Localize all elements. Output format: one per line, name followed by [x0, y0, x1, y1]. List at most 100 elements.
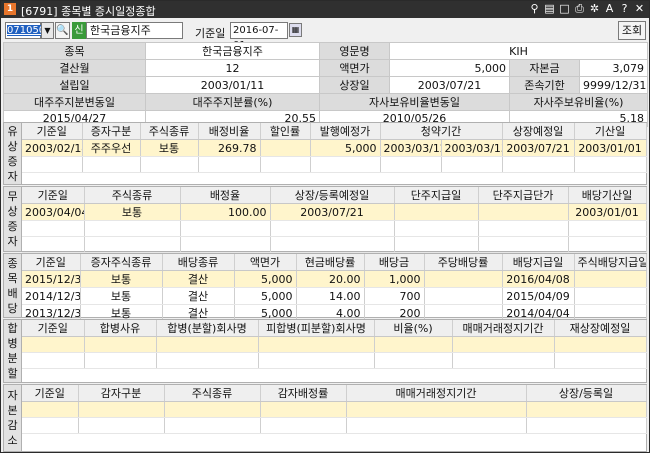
cell [478, 203, 569, 221]
toolbar: 071050 ▼ 🔍 신 한국금융지주 기준일 2016-07-01 ▦ 조회 [1, 18, 649, 51]
column-header[interactable]: 상장예정일 [502, 123, 575, 140]
window: 1 [6791] 종목별 증시일정종합 ⚲ ▤ □ ⎙ ✲ A ? ✕ 0710… [0, 0, 650, 453]
column-header[interactable]: 매매거래정지기간 [452, 320, 555, 337]
column-header[interactable]: 감자배정률 [260, 385, 347, 402]
info-label: 상장일 [319, 76, 390, 94]
column-header[interactable]: 액면가 [234, 254, 297, 271]
column-header[interactable]: 피합병(피분할)회사명 [258, 320, 375, 337]
merger-table: 기준일 합병사유 합병(분할)회사명 피합병(피분할)회사명 비율(%) 매매거… [22, 320, 647, 369]
column-header[interactable]: 주식종류 [84, 187, 181, 204]
table-row[interactable]: 2003/04/04 보통 100.00 2003/07/21 2003/01/… [22, 203, 647, 221]
column-header[interactable]: 상장/등록예정일 [270, 187, 395, 204]
column-header[interactable]: 배당종류 [162, 254, 235, 271]
column-header[interactable]: 배당지급일 [502, 254, 575, 271]
print-icon[interactable]: ⎙ [574, 2, 585, 16]
column-header[interactable]: 배당기산일 [568, 187, 647, 204]
cell [424, 270, 503, 288]
column-header[interactable]: 배정율 [180, 187, 271, 204]
column-header[interactable]: 단주지급일 [394, 187, 479, 204]
memo-icon[interactable]: ▤ [544, 2, 555, 16]
chevron-down-icon[interactable]: ▼ [41, 22, 54, 39]
link-icon[interactable]: ⚲ [529, 2, 540, 16]
column-header[interactable]: 할인률 [260, 123, 311, 140]
cell: 5,000 [234, 270, 297, 288]
help-button[interactable]: ? [619, 2, 630, 16]
column-header[interactable]: 기준일 [22, 385, 79, 402]
column-header[interactable]: 기준일 [22, 123, 83, 140]
cell: 보통 [84, 203, 181, 221]
info-label: 영문명 [319, 42, 390, 60]
info-value: 2003/07/21 [389, 76, 510, 94]
close-icon[interactable]: ✕ [634, 2, 645, 16]
column-header[interactable]: 배당금 [364, 254, 425, 271]
column-header[interactable]: 발행예정가 [310, 123, 381, 140]
cell [424, 287, 503, 305]
cell: 5,000 [234, 287, 297, 305]
capital-reduction-section: 자본감소 기준일 감자구분 주식종류 감자배정률 매매거래정지기간 상장/등록일 [3, 384, 647, 452]
column-header[interactable]: 합병사유 [84, 320, 157, 337]
cell [394, 203, 479, 221]
column-header[interactable]: 현금배당률 [296, 254, 365, 271]
settings-icon[interactable]: ✲ [589, 2, 600, 16]
column-header[interactable]: 단주지급단가 [478, 187, 569, 204]
cell: 2003/04/04 [22, 203, 85, 221]
stock-name-field[interactable]: 한국금융지주 [86, 22, 183, 39]
column-header[interactable]: 주식종류 [164, 385, 261, 402]
stock-code-input[interactable]: 071050 [5, 22, 46, 39]
bonus-issue-section: 무상증자 기준일 주식종류 배정율 상장/등록예정일 단주지급일 단주지급단가 … [3, 186, 647, 253]
column-header[interactable]: 주당배당률 [424, 254, 503, 271]
cell [260, 139, 311, 157]
column-header[interactable]: 재상장예정일 [554, 320, 647, 337]
info-value: 5,000 [389, 59, 510, 77]
info-label: 설립일 [3, 76, 146, 94]
column-header[interactable]: 청약기간 [380, 123, 503, 140]
column-header[interactable]: 비율(%) [374, 320, 453, 337]
query-button[interactable]: 조회 [618, 21, 646, 40]
paid-in-capital-section: 유상증자 기준일 증자구분 주식종류 배정비율 할인률 발행예정가 청약기간 상… [3, 122, 647, 185]
cell: 14.00 [296, 287, 365, 305]
column-header[interactable]: 감자구분 [78, 385, 165, 402]
column-header[interactable]: 배정비율 [198, 123, 261, 140]
column-header[interactable]: 기준일 [22, 320, 85, 337]
column-header[interactable]: 기준일 [22, 187, 85, 204]
column-header[interactable]: 매매거래정지기간 [346, 385, 527, 402]
table-row[interactable]: 2014/12/31 보통 결산 5,000 14.00 700 2015/04… [22, 287, 647, 305]
cell: 2003/01/01 [574, 139, 647, 157]
column-header[interactable]: 주식배당지급일 [574, 254, 647, 271]
info-value: 한국금융지주 [145, 42, 320, 60]
window-icon[interactable]: □ [559, 2, 570, 16]
cell: 주주우선 [82, 139, 141, 157]
search-icon[interactable]: 🔍 [55, 22, 70, 39]
cell: 보통 [80, 287, 163, 305]
info-value: 3,079 [579, 59, 648, 77]
info-label: 대주주지분률(%) [145, 93, 320, 111]
column-header[interactable]: 증자주식종류 [80, 254, 163, 271]
info-label: 자본금 [509, 59, 580, 77]
cell: 결산 [162, 270, 235, 288]
date-input[interactable]: 2016-07-01 [230, 22, 288, 51]
cell: 2014/12/31 [22, 287, 81, 305]
column-header[interactable]: 합병(분할)회사명 [156, 320, 259, 337]
info-value: 2003/01/11 [145, 76, 320, 94]
column-header[interactable]: 상장/등록일 [526, 385, 647, 402]
info-label: 자사보유비율변동일 [319, 93, 510, 111]
calendar-icon[interactable]: ▦ [289, 23, 302, 37]
cell: 100.00 [180, 203, 271, 221]
column-header[interactable]: 기준일 [22, 254, 81, 271]
cell: 2015/12/31 [22, 270, 81, 288]
cell: 보통 [80, 270, 163, 288]
cell: 20.00 [296, 270, 365, 288]
info-label: 존속기한 [509, 76, 580, 94]
info-label: 대주주지분변동일 [3, 93, 146, 111]
font-size-button[interactable]: A [604, 2, 615, 16]
table-row[interactable]: 2003/02/14 주주우선 보통 269.78 5,000 2003/03/… [22, 139, 647, 157]
section-side-label: 종목배당 [4, 254, 22, 317]
column-header[interactable]: 기산일 [574, 123, 647, 140]
cell: 269.78 [198, 139, 261, 157]
merger-split-section: 합병분할 기준일 합병사유 합병(분할)회사명 피합병(피분할)회사명 비율(%… [3, 319, 647, 383]
cell [574, 287, 647, 305]
cell [574, 270, 647, 288]
column-header[interactable]: 증자구분 [82, 123, 141, 140]
column-header[interactable]: 주식종류 [140, 123, 199, 140]
table-row[interactable]: 2015/12/31 보통 결산 5,000 20.00 1,000 2016/… [22, 270, 647, 288]
